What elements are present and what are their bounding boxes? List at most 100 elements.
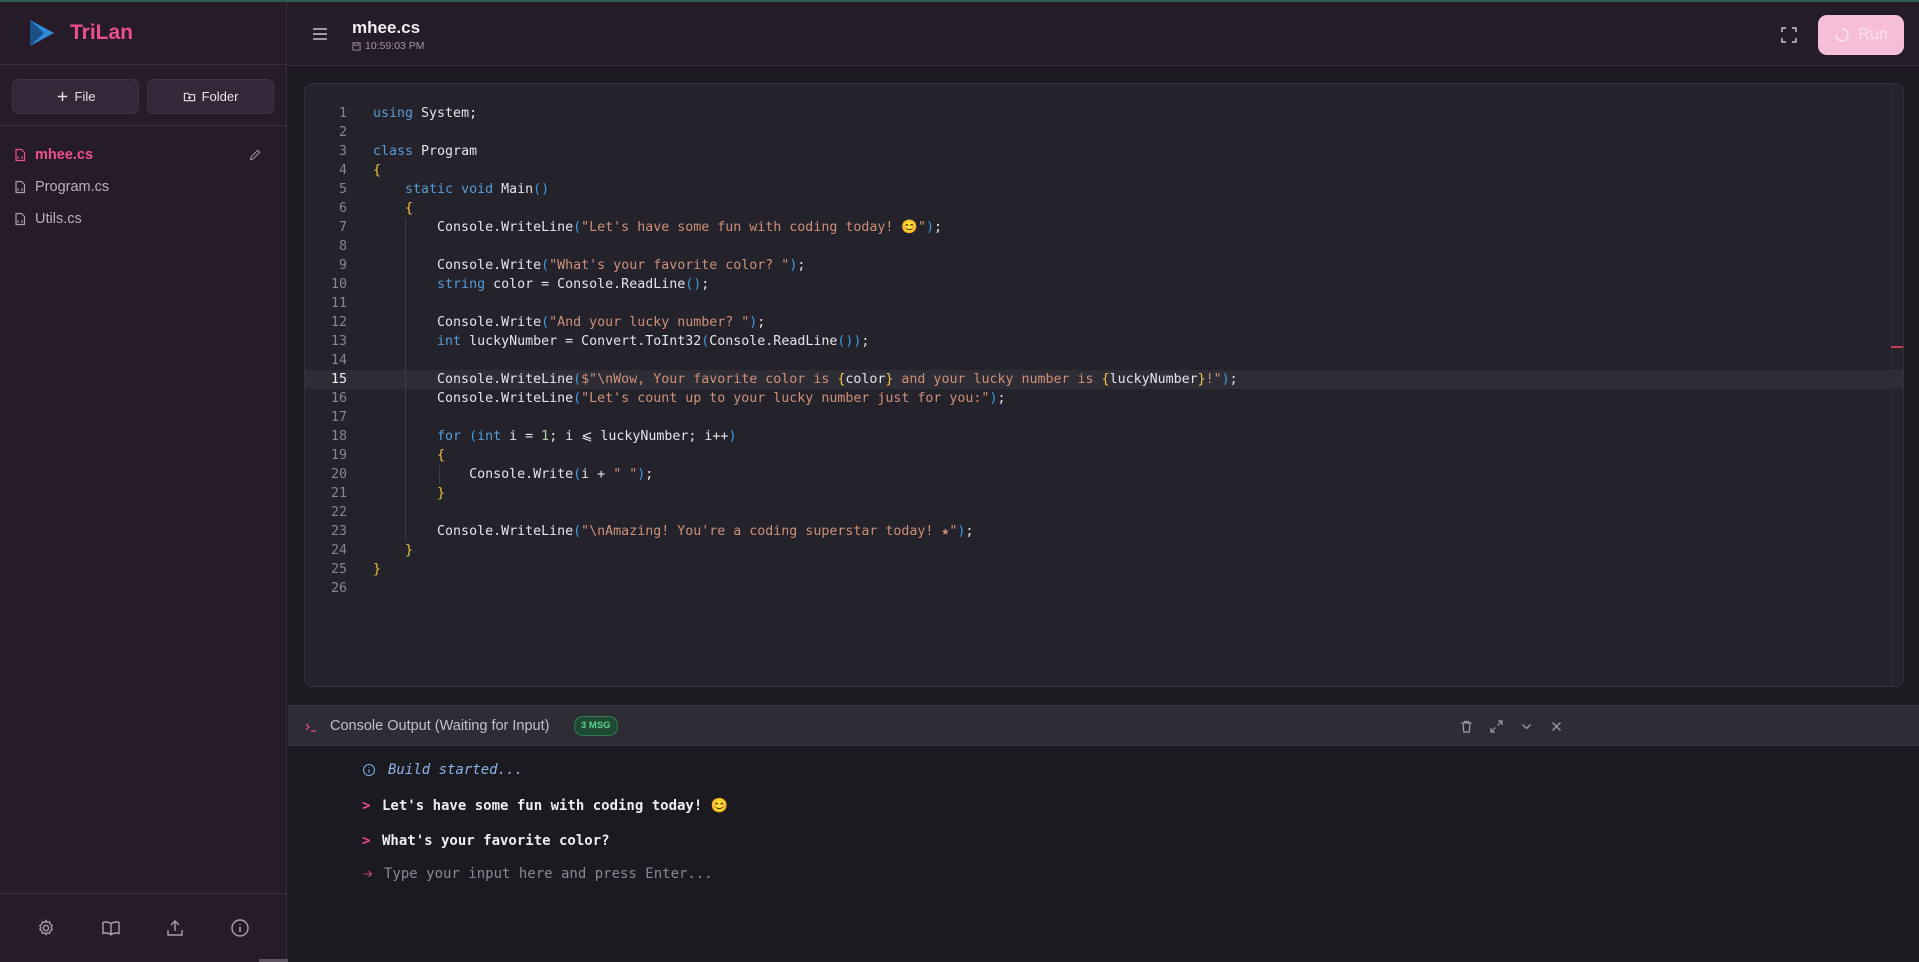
code-line[interactable]: 1 using System;: [305, 104, 1903, 123]
code-line[interactable]: 7 Console.WriteLine("Let's have some fun…: [305, 218, 1903, 237]
code-line[interactable]: 5 static void Main(): [305, 180, 1903, 199]
indent-guide: [405, 351, 406, 370]
code-line[interactable]: 10 string color = Console.ReadLine();: [305, 275, 1903, 294]
code-line[interactable]: 16 Console.WriteLine("Let's count up to …: [305, 389, 1903, 408]
upload-icon[interactable]: [165, 918, 185, 938]
code-text: Console.WriteLine("\nAmazing! You're a c…: [373, 524, 974, 539]
code-text: class Program: [373, 144, 478, 159]
code-line[interactable]: 26: [305, 579, 1903, 598]
code-line[interactable]: 9 Console.Write("What's your favorite co…: [305, 256, 1903, 275]
line-number: 16: [330, 391, 347, 406]
folder-plus-icon: [183, 92, 195, 102]
code-text: Console.Write("And your lucky number? ")…: [373, 315, 766, 330]
line-number: 13: [330, 334, 347, 349]
editor-scrollbar[interactable]: [1891, 84, 1903, 686]
line-number: 4: [338, 163, 347, 178]
file-code-icon: [15, 148, 26, 162]
output-text: What's your favorite color?: [382, 833, 610, 849]
code-text: static void Main(): [405, 182, 550, 197]
code-line[interactable]: 19 {: [305, 446, 1903, 465]
chevron-down-icon[interactable]: [1519, 719, 1534, 734]
code-line[interactable]: 14: [305, 351, 1903, 370]
line-number: 11: [330, 296, 347, 311]
code-line[interactable]: 25}: [305, 560, 1903, 579]
console-input-line: [362, 866, 1084, 882]
code-lines[interactable]: 1 using System; 2 3 class Program 4{5 static …: [305, 104, 1903, 598]
app-name: TriLan: [70, 21, 134, 44]
line-number: 21: [330, 486, 347, 501]
code-text: string color = Console.ReadLine();: [437, 277, 710, 292]
code-text: Console.WriteLine("Let's count up to you…: [373, 391, 1006, 406]
line-number: 12: [330, 315, 347, 330]
info-icon: [362, 763, 376, 777]
trash-icon[interactable]: [1459, 719, 1474, 734]
line-number: 9: [338, 258, 347, 273]
code-line[interactable]: 2: [305, 123, 1903, 142]
line-number: 10: [330, 277, 347, 292]
console-input[interactable]: [384, 866, 1084, 882]
new-folder-button[interactable]: Folder: [147, 79, 274, 114]
code-text: }: [373, 562, 382, 577]
file-list: mhee.cs Program.cs Utils.cs: [0, 126, 286, 235]
line-number: 14: [330, 353, 347, 368]
current-line-marker: [1891, 346, 1903, 348]
expand-icon[interactable]: [1489, 719, 1504, 734]
line-number: 24: [330, 543, 347, 558]
file-name: Utils.cs: [35, 211, 82, 227]
code-line[interactable]: 15 Console.WriteLine($"\nWow, Your favor…: [305, 370, 1903, 389]
indent-guide: [405, 256, 406, 275]
code-line[interactable]: 22: [305, 503, 1903, 522]
indent-guide: [405, 408, 406, 427]
code-text: }: [405, 543, 414, 558]
code-line[interactable]: 6 {: [305, 199, 1903, 218]
menu-icon[interactable]: [310, 24, 330, 44]
info-icon[interactable]: [230, 918, 250, 938]
indent-guide: [405, 275, 406, 294]
code-line[interactable]: 11: [305, 294, 1903, 313]
code-text: Console.Write(i + " ");: [373, 467, 654, 482]
build-status-line: Build started...: [362, 762, 523, 778]
run-button[interactable]: Run: [1818, 15, 1904, 55]
code-line[interactable]: 12 Console.Write("And your lucky number?…: [305, 313, 1903, 332]
code-editor[interactable]: 1 using System; 2 3 class Program 4{5 static …: [304, 83, 1904, 687]
settings-icon[interactable]: [36, 918, 56, 938]
code-line[interactable]: 13 int luckyNumber = Convert.ToInt32(Con…: [305, 332, 1903, 351]
run-label: Run: [1858, 26, 1888, 43]
sidebar: TriLan File Folder mhee.cs Program.cs Ut…: [0, 2, 295, 962]
build-message: Build started...: [388, 762, 523, 778]
editor-area: 1 using System; 2 3 class Program 4{5 static …: [288, 67, 1919, 703]
code-line[interactable]: 23 Console.WriteLine("\nAmazing! You're …: [305, 522, 1903, 541]
code-line[interactable]: 3 class Program: [305, 142, 1903, 161]
fullscreen-icon[interactable]: [1780, 26, 1798, 44]
code-line[interactable]: 8: [305, 237, 1903, 256]
new-item-row: File Folder: [0, 65, 286, 126]
code-text: {: [437, 448, 446, 463]
book-icon[interactable]: [101, 918, 121, 938]
console-output: Build started... > Let's have some fun w…: [288, 747, 1919, 962]
code-line[interactable]: 17: [305, 408, 1903, 427]
code-line[interactable]: 24 }: [305, 541, 1903, 560]
code-line[interactable]: 4{: [305, 161, 1903, 180]
close-icon[interactable]: [1549, 719, 1564, 734]
brand: TriLan: [0, 2, 286, 65]
line-number: 20: [330, 467, 347, 482]
line-number: 2: [338, 125, 347, 140]
file-item-program[interactable]: Program.cs: [0, 171, 286, 203]
code-text: }: [437, 486, 446, 501]
code-text: Console.WriteLine("Let's have some fun w…: [373, 220, 942, 235]
new-file-button[interactable]: File: [12, 79, 139, 114]
file-name: Program.cs: [35, 179, 110, 195]
code-line[interactable]: 18 for (int i = 1; i ⩽ luckyNumber; i++): [305, 427, 1903, 446]
indent-guide: [405, 389, 406, 408]
indent-guide: [439, 465, 440, 484]
pencil-icon[interactable]: [248, 148, 262, 162]
code-line[interactable]: 21 }: [305, 484, 1903, 503]
file-item-utils[interactable]: Utils.cs: [0, 203, 286, 235]
file-item-mhee[interactable]: mhee.cs: [0, 139, 286, 171]
code-line[interactable]: 20 Console.Write(i + " ");: [305, 465, 1903, 484]
